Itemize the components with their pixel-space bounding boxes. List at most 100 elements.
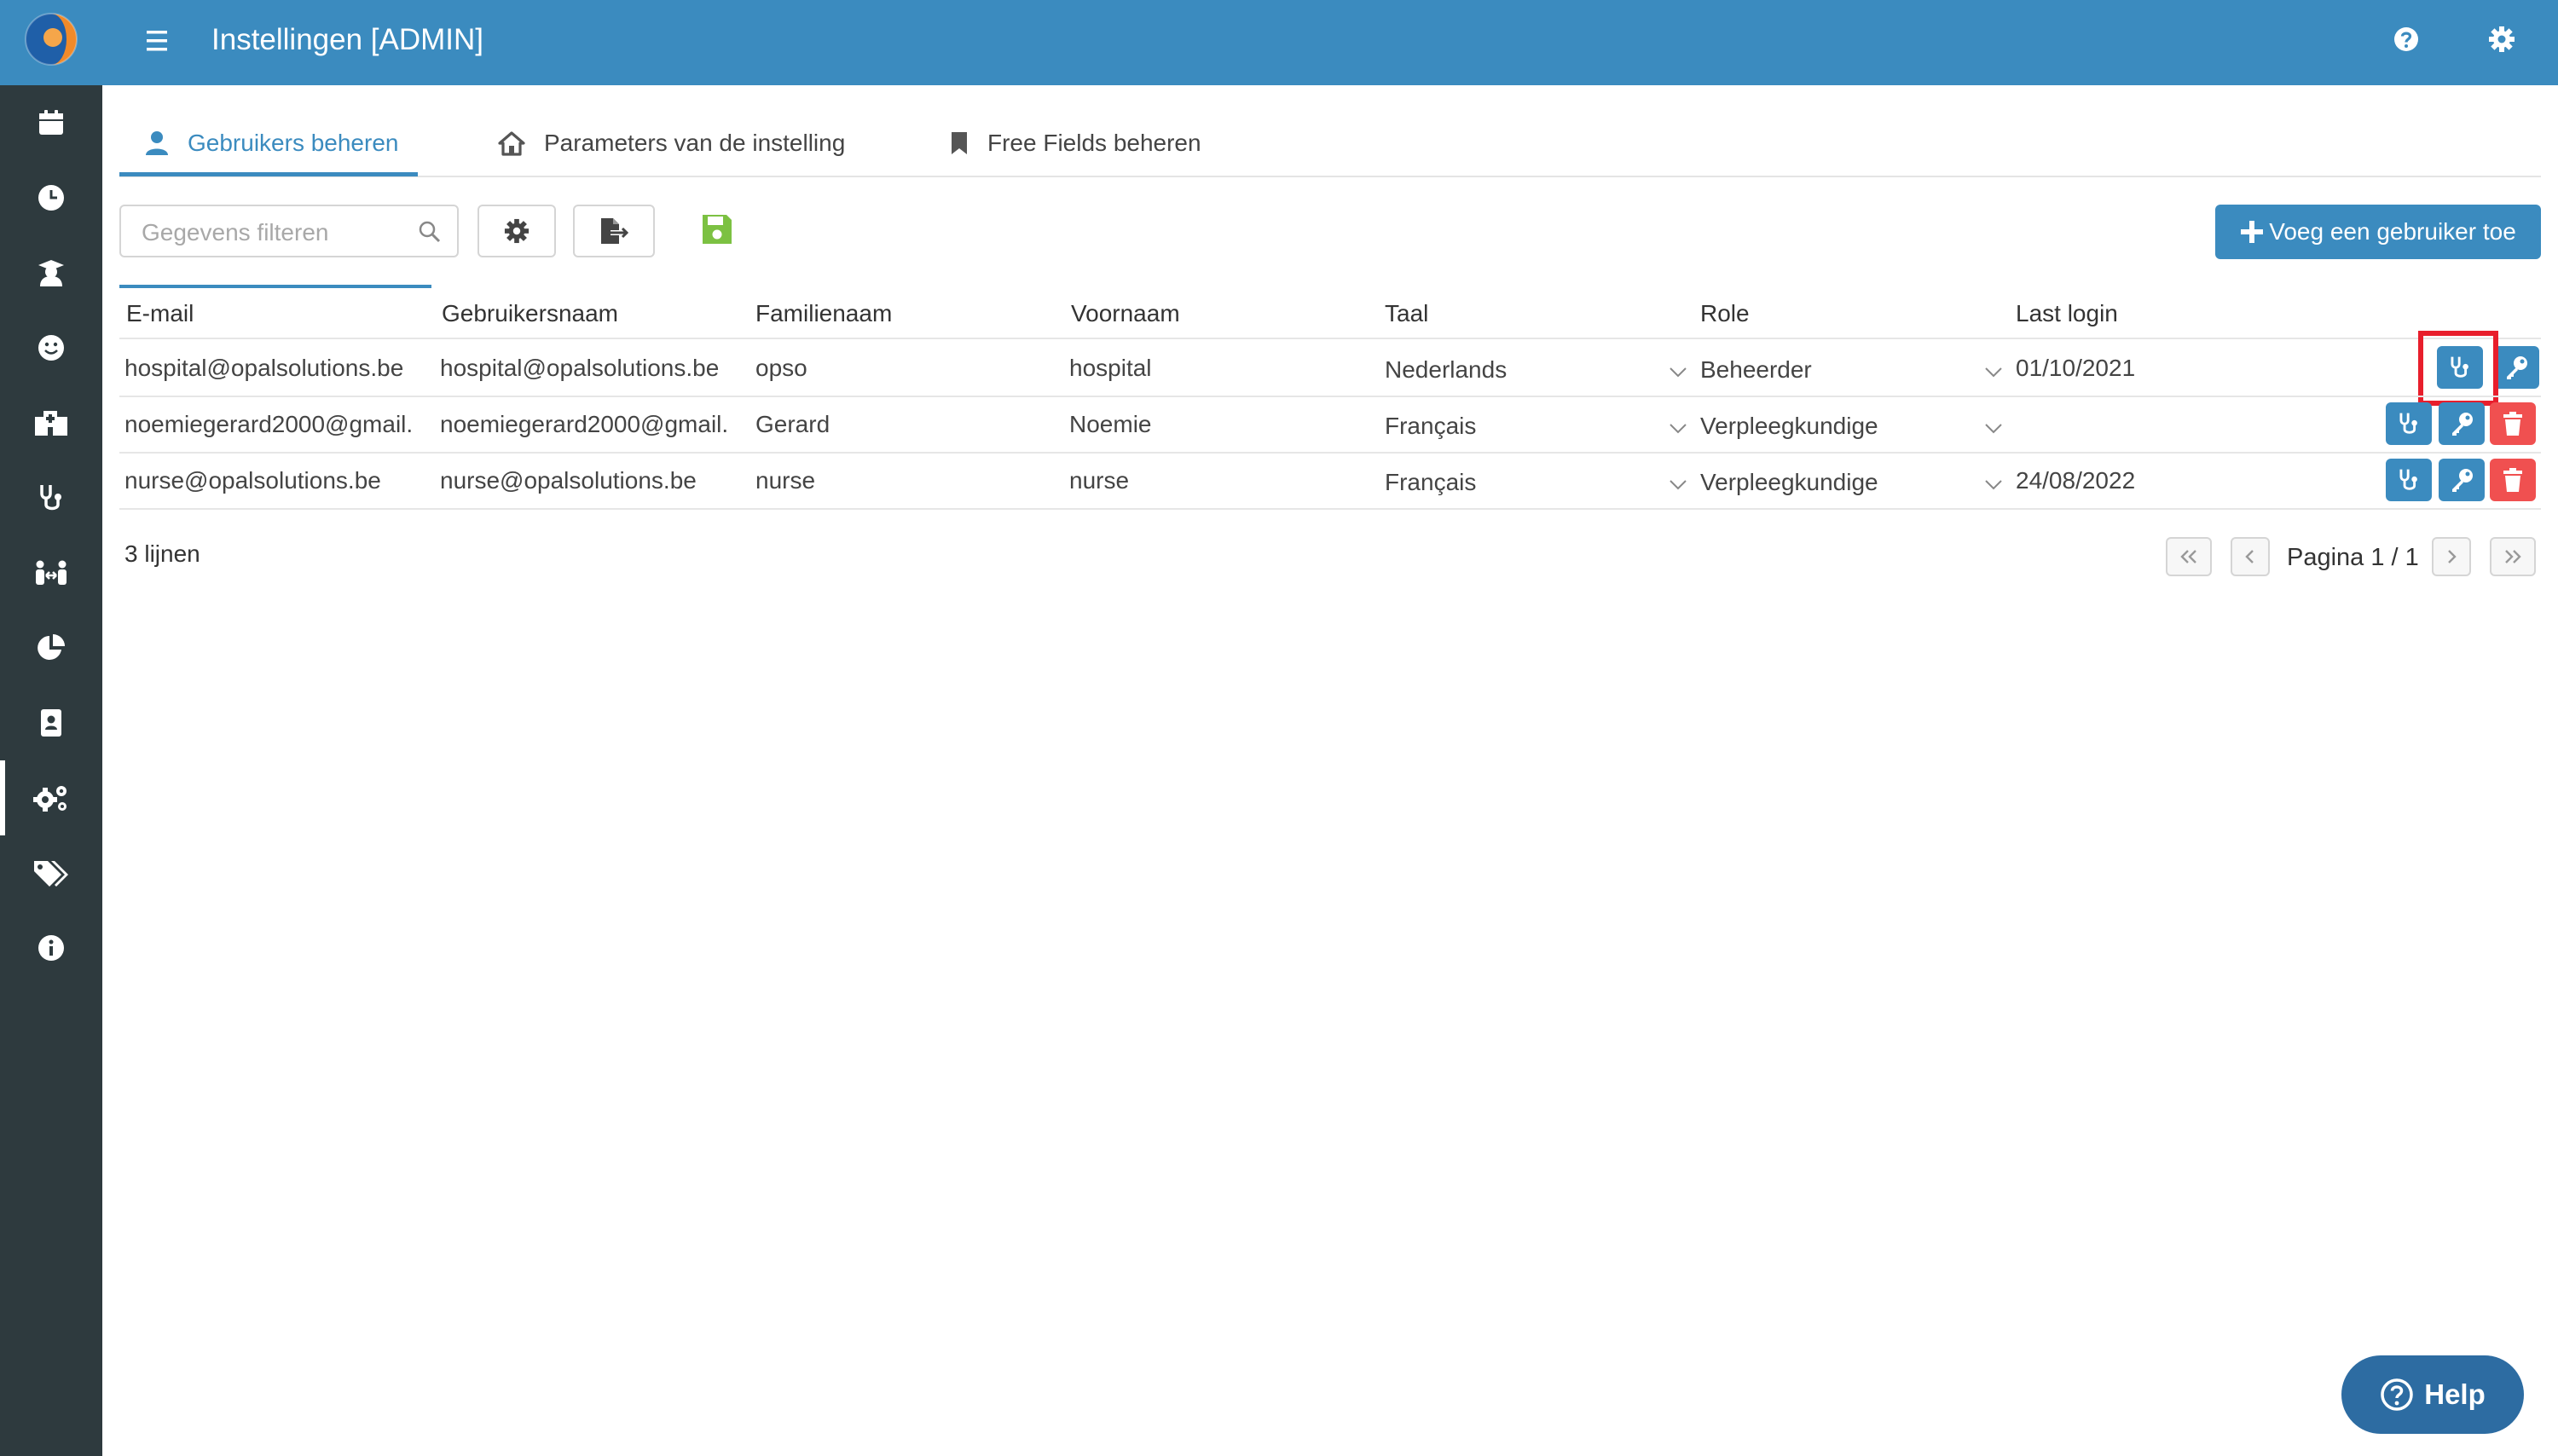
language-select[interactable]: Français — [1385, 409, 1476, 443]
tab-free-fields[interactable]: Free Fields beheren — [950, 119, 1201, 167]
key-icon — [2452, 413, 2473, 436]
plus-icon — [2241, 221, 2264, 243]
save-icon[interactable] — [701, 213, 733, 246]
chevron-down-icon[interactable] — [1668, 361, 1688, 382]
gear-icon — [504, 218, 530, 244]
chevron-down-icon[interactable] — [1668, 474, 1688, 494]
cell-firstname: hospital — [1069, 355, 1152, 381]
chevron-down-icon[interactable] — [1668, 418, 1688, 438]
column-header-lastname[interactable]: Familienaam — [755, 297, 892, 331]
page-title: Instellingen [ADMIN] — [211, 23, 484, 56]
chevron-down-icon[interactable] — [1983, 361, 2004, 382]
tab-parameters-label: Parameters van de instelling — [544, 130, 846, 156]
reset-password-button[interactable] — [2493, 346, 2539, 389]
chevron-down-icon[interactable] — [1983, 418, 2004, 438]
tab-parameters[interactable]: Parameters van de instelling — [498, 119, 845, 167]
pie-chart-icon[interactable] — [31, 627, 72, 668]
cell-lastname: opso — [755, 355, 807, 381]
column-settings-button[interactable] — [477, 205, 556, 257]
row-divider — [119, 508, 2541, 510]
tabs-divider — [119, 176, 2541, 177]
column-header-language[interactable]: Taal — [1385, 297, 1428, 331]
id-card-icon[interactable] — [31, 702, 72, 743]
column-header-username[interactable]: Gebruikersnaam — [442, 297, 618, 331]
home-icon — [498, 131, 525, 156]
hospital-user-icon[interactable] — [31, 402, 72, 443]
info-circle-icon[interactable] — [31, 927, 72, 968]
assign-care-button[interactable] — [2386, 459, 2432, 501]
double-chevron-right-icon — [2505, 550, 2521, 563]
assign-care-button[interactable] — [2386, 402, 2432, 445]
role-select[interactable]: Verpleegkundige — [1700, 465, 1878, 500]
sidebar — [0, 0, 102, 1456]
calendar-icon[interactable] — [31, 102, 72, 143]
question-circle-icon[interactable] — [2393, 26, 2420, 53]
chevron-left-icon — [2245, 550, 2254, 563]
highlight-box — [2418, 331, 2498, 406]
column-header-firstname[interactable]: Voornaam — [1071, 297, 1180, 331]
search-box — [119, 205, 459, 257]
gear-icon[interactable] — [2488, 26, 2515, 53]
previous-page-button[interactable] — [2231, 537, 2270, 576]
hamburger-icon[interactable] — [143, 24, 171, 58]
delete-user-button[interactable] — [2490, 402, 2536, 445]
app-logo[interactable] — [0, 0, 102, 85]
page-indicator: Pagina 1 / 1 — [2287, 544, 2419, 571]
add-user-label: Voeg een gebruiker toe — [2269, 218, 2516, 245]
column-header-role[interactable]: Role — [1700, 297, 1750, 331]
active-tab-underline — [119, 172, 418, 176]
export-button[interactable] — [573, 205, 655, 257]
delete-user-button[interactable] — [2490, 459, 2536, 501]
cell-lastname: nurse — [755, 467, 816, 494]
cell-lastname: Gerard — [755, 411, 830, 437]
cell-username: noemiegerard2000@gmail. — [440, 411, 729, 437]
cell-email: noemiegerard2000@gmail. — [124, 411, 414, 437]
next-page-button[interactable] — [2432, 537, 2471, 576]
column-header-email[interactable]: E-mail — [126, 297, 194, 331]
first-page-button[interactable] — [2166, 537, 2212, 576]
search-input[interactable] — [140, 217, 399, 249]
add-user-button[interactable]: Voeg een gebruiker toe — [2215, 205, 2541, 259]
sidebar-active-indicator — [0, 760, 5, 835]
question-circle-icon — [2381, 1378, 2413, 1411]
tags-icon[interactable] — [31, 852, 72, 893]
user-icon — [146, 131, 168, 155]
people-arrows-icon[interactable] — [31, 552, 72, 593]
language-select[interactable]: Français — [1385, 465, 1476, 500]
language-select[interactable]: Nederlands — [1385, 353, 1507, 387]
smiley-icon[interactable] — [31, 327, 72, 368]
user-graduate-icon[interactable] — [31, 252, 72, 293]
key-icon — [2507, 356, 2527, 379]
stethoscope-icon — [2399, 413, 2417, 434]
gears-icon[interactable] — [31, 777, 72, 818]
help-label: Help — [2424, 1378, 2486, 1410]
help-button[interactable]: Help — [2341, 1355, 2524, 1434]
cell-email: hospital@opalsolutions.be — [124, 355, 404, 381]
stethoscope-icon[interactable] — [31, 477, 72, 518]
search-icon[interactable] — [418, 220, 442, 244]
key-icon — [2452, 469, 2473, 492]
column-header-last-login[interactable]: Last login — [2016, 297, 2118, 331]
tab-users-label: Gebruikers beheren — [188, 130, 399, 156]
trash-icon — [2503, 412, 2522, 436]
cell-last-login: 24/08/2022 — [2016, 467, 2136, 494]
bookmark-icon — [952, 132, 967, 154]
file-export-icon — [601, 218, 629, 244]
role-select[interactable]: Verpleegkundige — [1700, 409, 1878, 443]
sort-indicator — [119, 285, 431, 288]
chevron-down-icon[interactable] — [1983, 474, 2004, 494]
reset-password-button[interactable] — [2439, 459, 2485, 501]
role-select[interactable]: Beheerder — [1700, 353, 1812, 387]
clock-icon[interactable] — [31, 177, 72, 218]
row-divider — [119, 452, 2541, 454]
reset-password-button[interactable] — [2439, 402, 2485, 445]
row-divider — [119, 396, 2541, 397]
tab-users[interactable]: Gebruikers beheren — [145, 119, 398, 167]
cell-username: hospital@opalsolutions.be — [440, 355, 720, 381]
cell-firstname: Noemie — [1069, 411, 1152, 437]
trash-icon — [2503, 468, 2522, 492]
stethoscope-icon — [2399, 469, 2417, 490]
cell-last-login: 01/10/2021 — [2016, 355, 2136, 381]
cell-username: nurse@opalsolutions.be — [440, 467, 697, 494]
last-page-button[interactable] — [2490, 537, 2536, 576]
